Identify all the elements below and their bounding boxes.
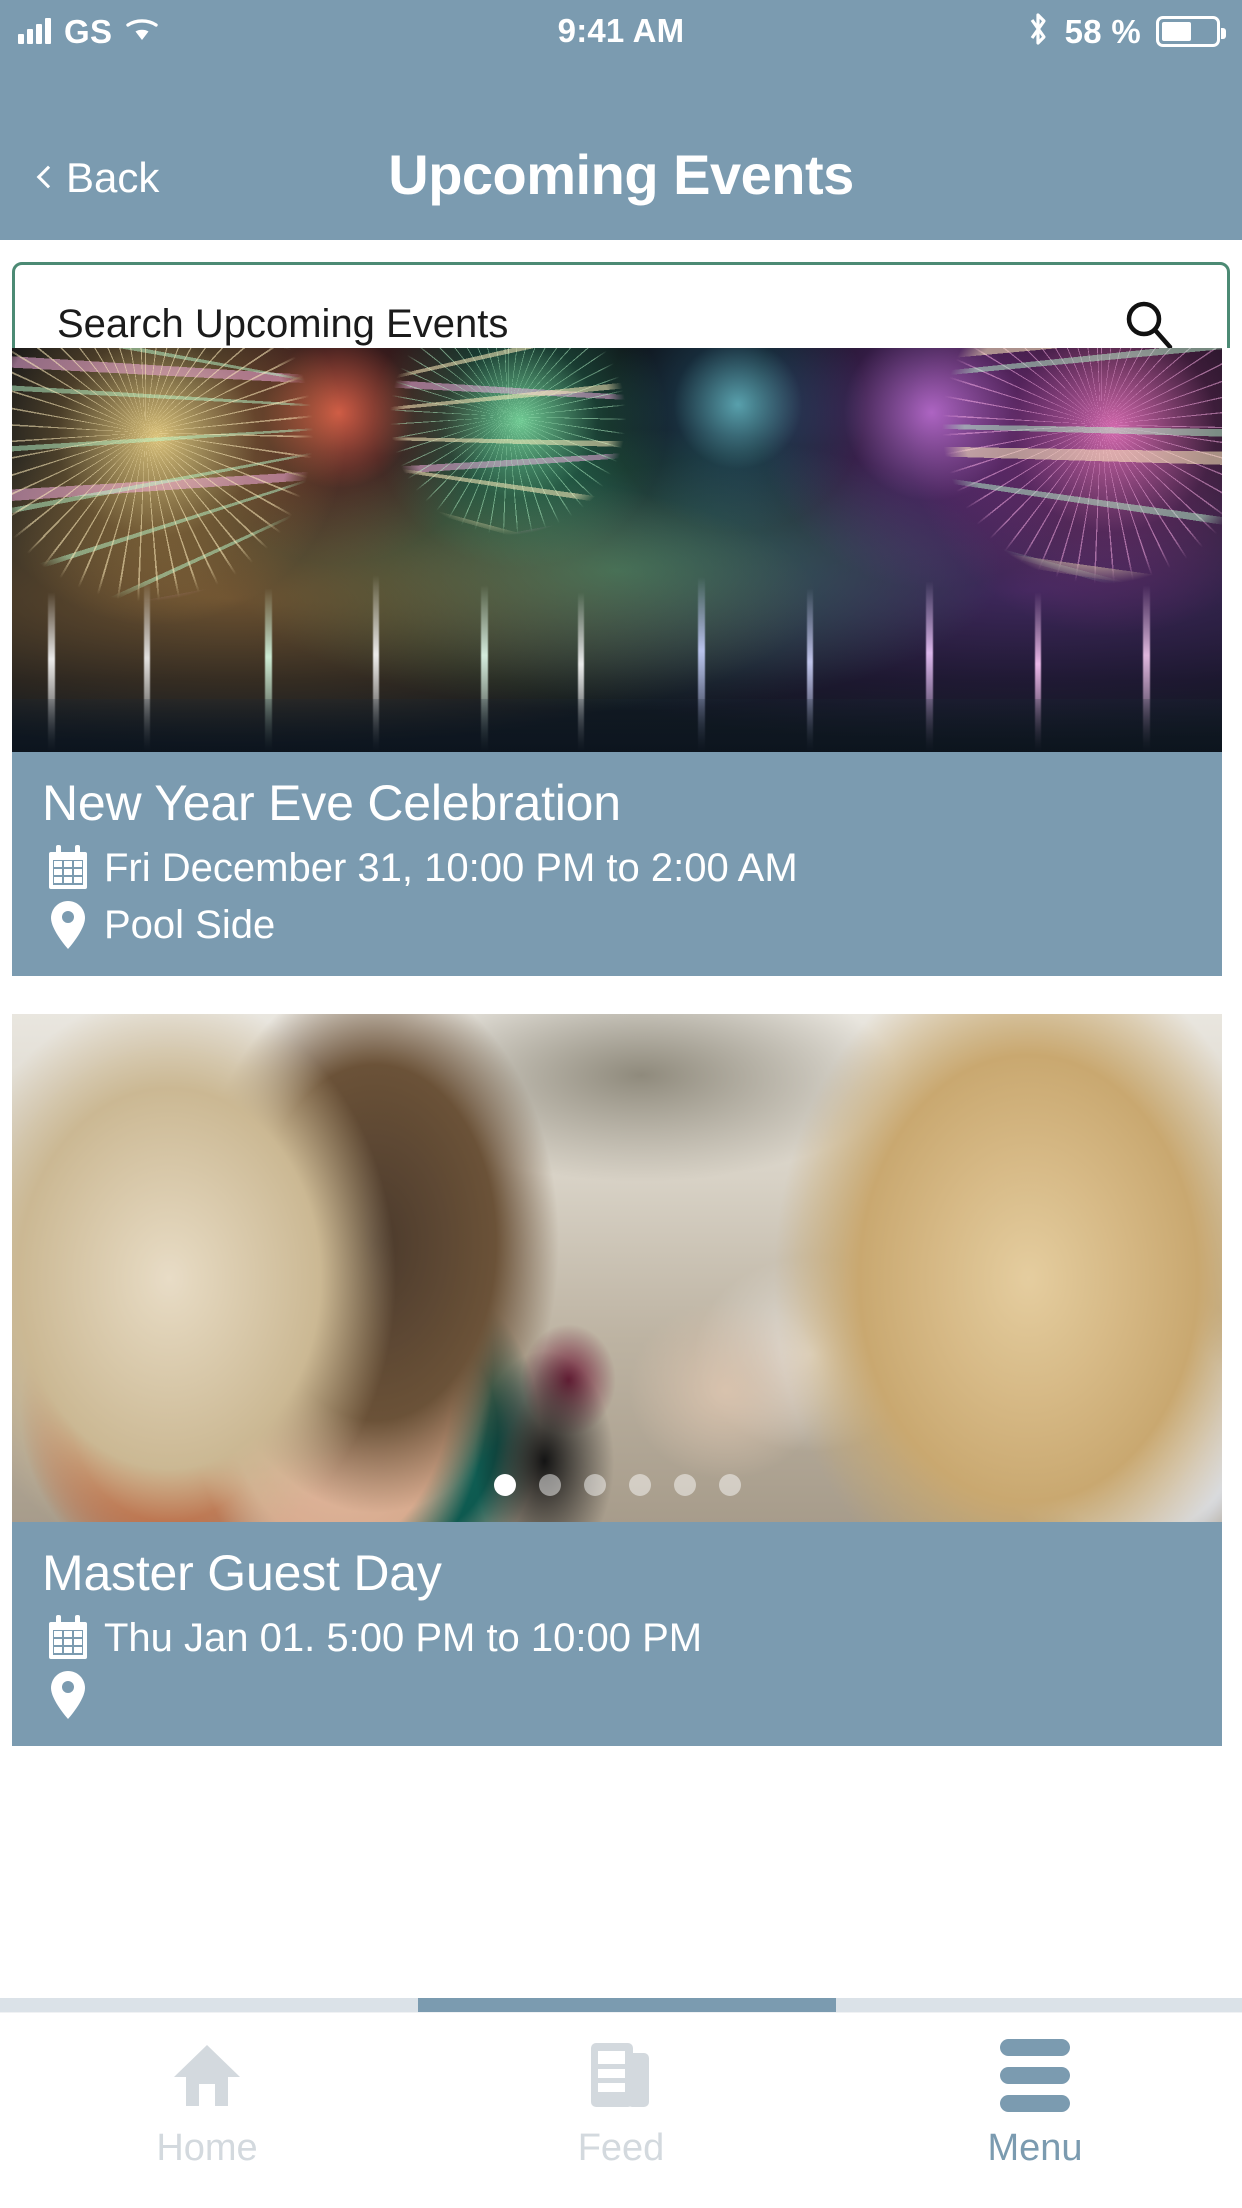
event-date-label: Fri December 31, 10:00 PM to 2:00 AM bbox=[104, 845, 798, 890]
scrollbar-thumb[interactable] bbox=[418, 1998, 836, 2012]
calendar-icon bbox=[42, 1614, 94, 1662]
event-location-label: Pool Side bbox=[104, 902, 276, 947]
event-location-row bbox=[12, 1670, 1222, 1720]
carousel-dot[interactable] bbox=[538, 1474, 561, 1496]
calendar-icon bbox=[42, 844, 94, 892]
tab-home-label: Home bbox=[156, 2127, 258, 2169]
carousel-dot[interactable] bbox=[673, 1474, 696, 1496]
carousel-dot[interactable] bbox=[583, 1474, 606, 1496]
events-list[interactable]: New Year Eve Celebration Fri December 31… bbox=[0, 348, 1242, 2008]
bottom-tab-bar: Home Feed Menu bbox=[0, 2012, 1242, 2208]
search-icon[interactable] bbox=[1123, 298, 1175, 350]
event-image-party bbox=[12, 1014, 1222, 1522]
clock-label: 9:41 AM bbox=[557, 12, 685, 49]
navigation-bar: Back Upcoming Events bbox=[0, 62, 1242, 240]
feed-icon bbox=[587, 2037, 655, 2113]
carousel-dot[interactable] bbox=[628, 1474, 651, 1496]
event-date-row: Thu Jan 01. 5:00 PM to 10:00 PM bbox=[12, 1614, 1222, 1662]
event-location-row: Pool Side bbox=[12, 900, 1222, 950]
event-title: New Year Eve Celebration bbox=[42, 775, 621, 831]
event-card[interactable]: New Year Eve Celebration Fri December 31… bbox=[12, 348, 1222, 976]
carousel-dot[interactable] bbox=[718, 1474, 741, 1496]
battery-icon bbox=[1156, 15, 1226, 47]
page-title: Upcoming Events bbox=[388, 143, 854, 206]
event-caption: New Year Eve Celebration Fri December 31… bbox=[12, 752, 1222, 976]
bluetooth-icon bbox=[1026, 10, 1050, 53]
tab-menu[interactable]: Menu bbox=[828, 2013, 1242, 2208]
map-pin-icon bbox=[42, 1670, 94, 1720]
event-card[interactable]: Master Guest Day Thu Jan 01. 5:00 PM to … bbox=[12, 1014, 1222, 1746]
event-date-label: Thu Jan 01. 5:00 PM to 10:00 PM bbox=[104, 1615, 703, 1660]
event-title: Master Guest Day bbox=[42, 1545, 442, 1601]
tab-feed[interactable]: Feed bbox=[414, 2013, 828, 2208]
battery-percent-label: 58 % bbox=[1064, 12, 1141, 50]
carousel-dot[interactable] bbox=[493, 1474, 516, 1496]
home-icon bbox=[170, 2037, 244, 2113]
tab-home[interactable]: Home bbox=[0, 2013, 414, 2208]
event-caption: Master Guest Day Thu Jan 01. 5:00 PM to … bbox=[12, 1522, 1222, 1746]
tab-menu-label: Menu bbox=[987, 2127, 1083, 2169]
carousel-pagination[interactable] bbox=[12, 1474, 1222, 1496]
status-bar: GS 9:41 AM 58 % bbox=[0, 0, 1242, 62]
search-section bbox=[0, 240, 1242, 386]
tab-feed-label: Feed bbox=[577, 2127, 665, 2169]
event-image-fireworks bbox=[12, 348, 1222, 752]
map-pin-icon bbox=[42, 900, 94, 950]
hamburger-menu-icon bbox=[1000, 2037, 1070, 2113]
event-date-row: Fri December 31, 10:00 PM to 2:00 AM bbox=[12, 844, 1222, 892]
app-screen: GS 9:41 AM 58 % Back Upcoming Events Sea… bbox=[0, 0, 1242, 2208]
status-bar-right: 58 % bbox=[1026, 0, 1226, 62]
horizontal-scrollbar[interactable] bbox=[0, 1998, 1242, 2012]
